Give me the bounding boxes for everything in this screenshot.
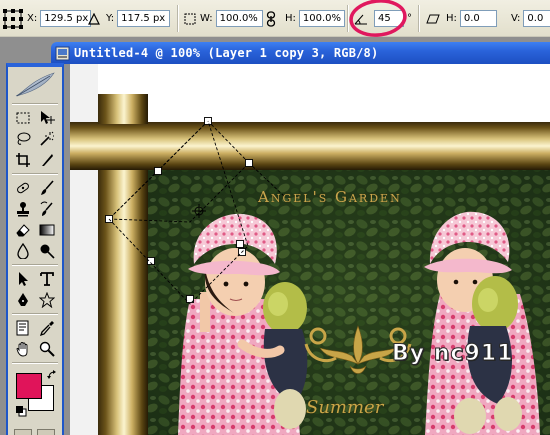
w-label: W:: [200, 13, 213, 24]
separator: [12, 264, 58, 266]
y-label: Y:: [106, 13, 115, 24]
foreground-color-swatch[interactable]: [16, 373, 42, 399]
annotation-circle: [349, 0, 407, 37]
default-colors-icon[interactable]: [15, 405, 27, 420]
type-tool[interactable]: [36, 269, 58, 289]
artwork: [70, 64, 550, 435]
type-t-icon: [40, 272, 54, 286]
bandage-icon: [17, 182, 29, 194]
lasso-tool[interactable]: [12, 129, 34, 149]
dodge-tool[interactable]: [36, 241, 58, 261]
dodge-icon: [40, 244, 55, 259]
brush-tool[interactable]: [36, 178, 58, 198]
path-selection-tool[interactable]: [12, 269, 34, 289]
link-icon[interactable]: [266, 10, 276, 27]
brush-icon: [41, 180, 54, 195]
width-percent-input[interactable]: 100.0%: [215, 10, 263, 27]
crop-icon: [16, 153, 30, 167]
clone-stamp-tool[interactable]: [12, 199, 34, 219]
separator: [12, 173, 58, 175]
separator: [12, 313, 58, 315]
reference-point-icon[interactable]: [2, 8, 24, 30]
reference-point-locator[interactable]: [2, 0, 24, 37]
x-label: X:: [27, 13, 38, 24]
vertical-skew-input[interactable]: 0.0: [523, 10, 550, 27]
separator: [177, 5, 179, 32]
move-icon: [41, 111, 55, 124]
hand-icon: [16, 342, 28, 357]
swap-colors-icon[interactable]: [47, 370, 57, 383]
hand-tool[interactable]: [12, 339, 34, 359]
feather-logo: [14, 70, 56, 100]
watermark-signature: By nc911: [391, 341, 514, 367]
document-title: Untitled-4 @ 100% (Layer 1 copy 3, RGB/8…: [74, 46, 379, 60]
healing-brush-tool[interactable]: [12, 178, 34, 198]
summer-script-text: Summer: [306, 397, 384, 418]
options-bar: X: 129.5 px Y: 117.5 px W: 100.0% H: 100…: [0, 0, 550, 37]
h-label: H:: [285, 13, 296, 24]
slice-knife-icon: [42, 154, 53, 166]
crop-tool[interactable]: [12, 150, 34, 170]
eraser-icon: [16, 224, 30, 237]
vertical-skew-label: V:: [511, 13, 521, 24]
eyedropper-icon: [39, 321, 54, 336]
delta-icon: [88, 12, 100, 25]
document-title-bar[interactable]: Untitled-4 @ 100% (Layer 1 copy 3, RGB/8…: [51, 42, 550, 64]
toolbox-panel: [6, 63, 64, 435]
y-position-input[interactable]: 117.5 px: [117, 10, 171, 27]
document-canvas[interactable]: Angel's Garden By nc911 Summer: [70, 64, 550, 435]
history-brush-icon: [40, 201, 53, 216]
history-brush-tool[interactable]: [36, 199, 58, 219]
standard-mode-button[interactable]: [14, 429, 32, 435]
water-drop-icon: [17, 243, 29, 259]
zoom-magnifier-icon: [39, 341, 55, 357]
blur-tool[interactable]: [12, 241, 34, 261]
separator: [12, 103, 58, 105]
marquee-tool[interactable]: [12, 108, 34, 128]
notes-tool[interactable]: [12, 318, 34, 338]
shape-star-icon: [39, 292, 55, 308]
stamp-icon: [17, 202, 29, 217]
rectangular-marquee-icon: [16, 112, 30, 124]
separator: [418, 5, 420, 32]
gradient-icon: [39, 224, 55, 236]
eyedropper-tool[interactable]: [36, 318, 58, 338]
resize-handle-icon: [184, 13, 196, 24]
x-position-input[interactable]: 129.5 px: [40, 10, 92, 27]
eraser-tool[interactable]: [12, 220, 34, 240]
magic-wand-icon: [40, 131, 54, 146]
slice-tool[interactable]: [36, 150, 58, 170]
pen-tool[interactable]: [12, 290, 34, 310]
magic-wand-tool[interactable]: [36, 129, 58, 149]
skew-icon: [426, 14, 440, 23]
move-tool[interactable]: [36, 108, 58, 128]
gradient-tool[interactable]: [36, 220, 58, 240]
lasso-icon: [17, 132, 31, 145]
custom-shape-tool[interactable]: [36, 290, 58, 310]
angels-garden-title: Angel's Garden: [258, 188, 402, 206]
note-icon: [16, 320, 29, 336]
horizontal-skew-label: H:: [446, 13, 457, 24]
path-selection-arrow-icon: [19, 272, 28, 286]
separator: [12, 362, 58, 364]
horizontal-skew-input[interactable]: 0.0: [459, 10, 497, 27]
quick-mask-mode-button[interactable]: [37, 429, 55, 435]
photoshop-doc-icon: [55, 46, 70, 60]
zoom-tool[interactable]: [36, 339, 58, 359]
pen-nib-icon: [18, 293, 28, 306]
height-percent-input[interactable]: 100.0%: [298, 10, 345, 27]
